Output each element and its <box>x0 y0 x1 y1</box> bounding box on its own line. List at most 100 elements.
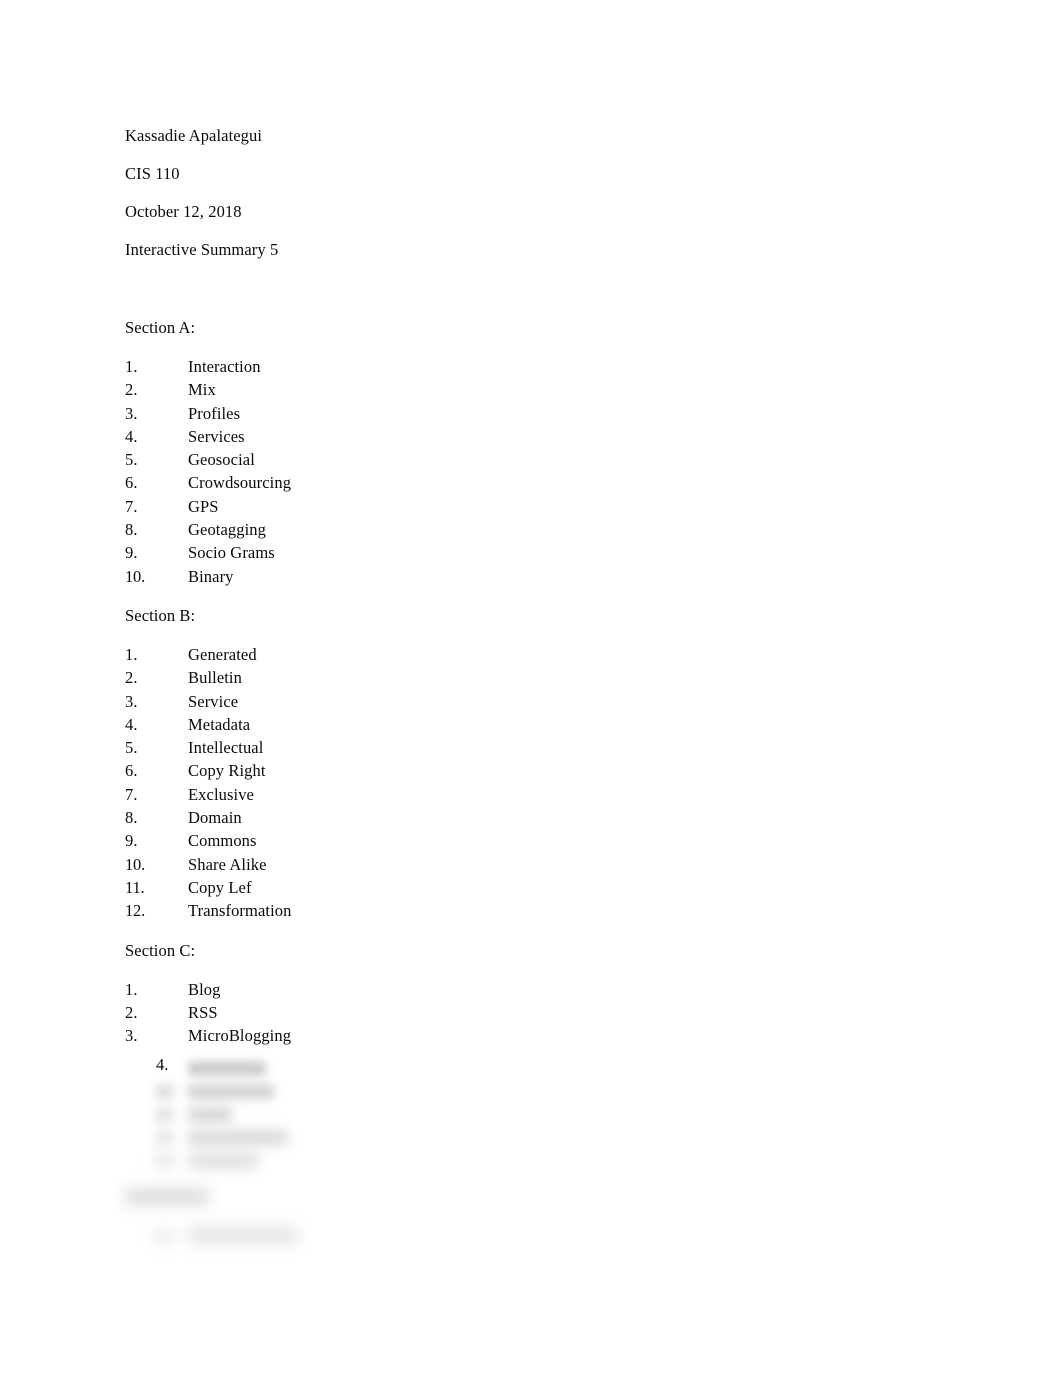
list-item: 2. Mix <box>125 378 945 401</box>
list-number: 7. <box>125 784 138 804</box>
redacted-list-number <box>156 1085 173 1098</box>
list-item-label: Generated <box>188 644 257 664</box>
list-item-label: Binary <box>188 566 234 586</box>
section-heading-c: Section C: <box>125 940 196 960</box>
list-number: 5. <box>125 738 138 758</box>
list-item-label: Socio Grams <box>188 543 275 563</box>
redacted-list-label <box>188 1130 288 1145</box>
list-item-label: Exclusive <box>188 784 254 804</box>
redacted-list-label <box>188 1107 232 1122</box>
list-number: 5. <box>125 450 138 470</box>
list-number: 2. <box>125 380 138 400</box>
list-item: 3. Service <box>125 690 945 713</box>
list-item: 6. Crowdsourcing <box>125 471 945 494</box>
list-number: 12. <box>125 901 146 921</box>
list-item-label: Share Alike <box>188 854 267 874</box>
list-item: 9. Socio Grams <box>125 541 945 564</box>
list-item: 4. Metadata <box>125 713 945 736</box>
list-item: 12. Transformation <box>125 899 945 922</box>
document-header: Kassadie Apalategui CIS 110 October 12, … <box>125 126 945 259</box>
redacted-list-number <box>156 1131 173 1144</box>
list-item: 2. RSS <box>125 1001 945 1024</box>
redacted-list-number <box>156 1154 173 1167</box>
redacted-section-heading <box>125 1189 209 1205</box>
list-number: 1. <box>125 357 138 376</box>
list-number: 4. <box>125 714 138 734</box>
redacted-list-label <box>188 1061 266 1076</box>
list-item-label: MicroBlogging <box>188 1026 292 1046</box>
list-item: 7. Exclusive <box>125 783 945 806</box>
list-item-label: RSS <box>188 1002 218 1022</box>
list-item: 1. Blog <box>125 978 945 1001</box>
list-item: 7. GPS <box>125 495 945 518</box>
redacted-list-label <box>188 1084 274 1099</box>
list-item: 3. MicroBlogging <box>125 1024 945 1047</box>
list-number: 3. <box>125 691 138 711</box>
list-item: 8. Geotagging <box>125 518 945 541</box>
list-number: 10. <box>125 566 146 586</box>
redacted-list-number <box>156 1230 173 1243</box>
author-name: Kassadie Apalategui <box>125 126 263 145</box>
list-item-label: GPS <box>188 496 219 516</box>
list-item: 4. Services <box>125 425 945 448</box>
list-number: 10. <box>125 854 146 874</box>
list-item: 8. Domain <box>125 806 945 829</box>
list-item: 9. Commons <box>125 829 945 852</box>
section-a-list: 1. Interaction 2. Mix 3. Profiles 4. Service… <box>125 355 945 588</box>
list-item-label: Copy Lef <box>188 877 252 897</box>
section-b-list: 1. Generated 2. Bulletin 3. Service 4. Metad… <box>125 643 945 923</box>
list-item: 6. Copy Right <box>125 759 945 782</box>
redacted-list-label <box>188 1228 298 1243</box>
list-number: 9. <box>125 543 138 563</box>
list-item-label: Service <box>188 691 239 711</box>
list-item: 3. Profiles <box>125 402 945 425</box>
list-item-label: Crowdsourcing <box>188 473 292 493</box>
list-number: 11. <box>125 877 145 897</box>
redacted-list-number <box>156 1108 173 1121</box>
list-number: 4. <box>125 426 138 446</box>
list-item: 5. Geosocial <box>125 448 945 471</box>
list-number: 6. <box>125 473 138 493</box>
list-number: 1. <box>125 644 138 664</box>
list-item-label: Geosocial <box>188 450 255 470</box>
list-number: 1. <box>125 979 138 999</box>
list-item: 2. Bulletin <box>125 666 945 689</box>
section-c-list: 1. Blog 2. RSS 3. MicroBlogging <box>125 978 945 1048</box>
list-item-label: Commons <box>188 831 257 851</box>
list-item-label: Geotagging <box>188 520 266 540</box>
list-number: 8. <box>125 808 138 828</box>
list-item: 10. Binary <box>125 565 945 588</box>
list-number: 2. <box>125 668 138 688</box>
list-item-label: Mix <box>188 380 216 400</box>
list-item-label: Metadata <box>188 714 251 734</box>
list-number: 8. <box>125 520 138 540</box>
list-number: 7. <box>125 496 138 516</box>
list-item: 10. Share Alike <box>125 853 945 876</box>
list-item-label: Services <box>188 426 245 446</box>
list-item-label: Interaction <box>188 357 261 376</box>
section-heading-a: Section A: <box>125 318 196 337</box>
document-date: October 12, 2018 <box>125 202 242 221</box>
list-item: 1. Interaction <box>125 355 945 378</box>
list-number: 3. <box>125 403 138 423</box>
list-item: 5. Intellectual <box>125 736 945 759</box>
list-item-label: Bulletin <box>188 668 242 688</box>
assignment-title: Interactive Summary 5 <box>125 240 279 259</box>
list-item-label: Copy Right <box>188 761 266 781</box>
list-item: 1. Generated <box>125 643 945 666</box>
document-page: Kassadie Apalategui CIS 110 October 12, … <box>0 0 1062 1377</box>
list-number: 3. <box>125 1026 138 1046</box>
list-number: 6. <box>125 761 138 781</box>
list-item-label: Intellectual <box>188 738 264 758</box>
list-number: 2. <box>125 1002 138 1022</box>
list-item-label: Transformation <box>188 901 292 921</box>
document-body: Kassadie Apalategui CIS 110 October 12, … <box>125 126 945 1065</box>
list-item-label: Blog <box>188 979 221 999</box>
redacted-list-number: 4. <box>156 1055 169 1074</box>
list-item-label: Profiles <box>188 403 241 423</box>
list-item-label: Domain <box>188 808 242 828</box>
list-item: 11. Copy Lef <box>125 876 945 899</box>
list-number: 9. <box>125 831 138 851</box>
redacted-list-label <box>188 1153 258 1168</box>
